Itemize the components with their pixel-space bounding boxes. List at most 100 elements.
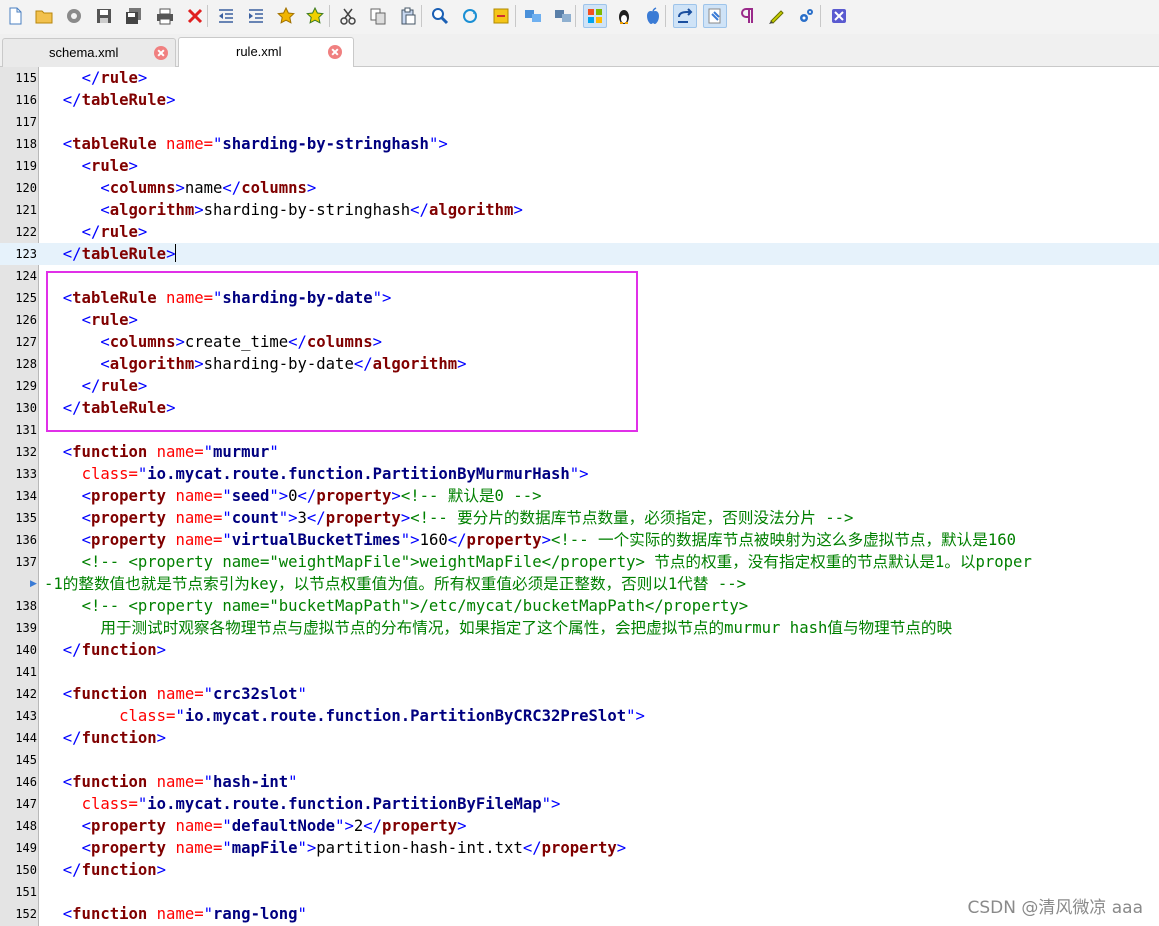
- code-line[interactable]: 139 用于测试时观察各物理节点与虚拟节点的分布情况，如果指定了这个属性，会把虚…: [0, 617, 1159, 639]
- code-line[interactable]: 145: [0, 749, 1159, 771]
- bookmark-star-button[interactable]: [274, 4, 298, 28]
- code-line[interactable]: 120 <columns>name</columns>: [0, 177, 1159, 199]
- code-line[interactable]: 137 <!-- <property name="weightMapFile">…: [0, 551, 1159, 573]
- code-token-tag: </: [522, 839, 542, 857]
- print-button[interactable]: [153, 4, 177, 28]
- pilcrow-button[interactable]: [735, 4, 759, 28]
- code-line[interactable]: 116 </tableRule>: [0, 89, 1159, 111]
- show-whitespace-button[interactable]: [703, 4, 727, 28]
- code-line[interactable]: 142 <function name="crc32slot": [0, 683, 1159, 705]
- search-icon: [432, 8, 449, 25]
- line-number: 144: [15, 731, 37, 745]
- linux-eol-button[interactable]: [612, 4, 636, 28]
- code-line[interactable]: 117: [0, 111, 1159, 133]
- sync-button[interactable]: [551, 4, 575, 28]
- tab-schema-xml[interactable]: schema.xml: [2, 38, 176, 67]
- save-button[interactable]: [92, 4, 116, 28]
- copy-button[interactable]: [366, 4, 390, 28]
- code-token-tag: >: [194, 355, 204, 373]
- code-line[interactable]: 132 <function name="murmur": [0, 441, 1159, 463]
- bookmark-next-button[interactable]: [303, 4, 327, 28]
- code-token-val: io.mycat.route.function.PartitionByCRC32…: [184, 707, 627, 725]
- code-token-tag: <: [62, 773, 73, 791]
- code-token-comment: <!-- <property name="bucketMapPath">/etc…: [81, 597, 749, 615]
- code-line[interactable]: 115 </rule>: [0, 67, 1159, 89]
- code-line[interactable]: 127 <columns>create_time</columns>: [0, 331, 1159, 353]
- code-text: </function>: [44, 639, 166, 661]
- toolbar-separator: [329, 5, 330, 27]
- line-number: 126: [15, 313, 37, 327]
- code-line[interactable]: 146 <function name="hash-int": [0, 771, 1159, 793]
- code-line[interactable]: 129 </rule>: [0, 375, 1159, 397]
- word-wrap-button[interactable]: [673, 4, 697, 28]
- tab-rule-xml[interactable]: rule.xml: [178, 37, 354, 67]
- search-button[interactable]: [428, 4, 452, 28]
- cut-button[interactable]: [336, 4, 360, 28]
- code-editor[interactable]: 115 </rule> 116 </tableRule> 117 118 <table…: [0, 67, 1159, 926]
- line-number: 136: [15, 533, 37, 547]
- code-line[interactable]: 126 <rule>: [0, 309, 1159, 331]
- open-folder-button[interactable]: [32, 4, 56, 28]
- paste-button[interactable]: [396, 4, 420, 28]
- linux-eol-icon: [619, 10, 629, 24]
- code-line[interactable]: 122 </rule>: [0, 221, 1159, 243]
- code-line[interactable]: 138 <!-- <property name="bucketMapPath">…: [0, 595, 1159, 617]
- compare-button[interactable]: [521, 4, 545, 28]
- code-line[interactable]: 130 </tableRule>: [0, 397, 1159, 419]
- code-line[interactable]: 124: [0, 265, 1159, 287]
- code-line[interactable]: 128 <algorithm>sharding-by-date</algorit…: [0, 353, 1159, 375]
- code-line[interactable]: 125 <tableRule name="sharding-by-date">: [0, 287, 1159, 309]
- close-button[interactable]: [183, 4, 207, 28]
- settings-button[interactable]: [794, 4, 818, 28]
- exit-button[interactable]: [827, 4, 851, 28]
- code-line[interactable]: 148 <property name="defaultNode">2</prop…: [0, 815, 1159, 837]
- code-line[interactable]: 119 <rule>: [0, 155, 1159, 177]
- code-line[interactable]: 118 <tableRule name="sharding-by-stringh…: [0, 133, 1159, 155]
- code-token-tag: >: [156, 861, 167, 879]
- note-button[interactable]: [489, 4, 513, 28]
- code-line[interactable]: 147 class="io.mycat.route.function.Parti…: [0, 793, 1159, 815]
- code-token-val: crc32slot: [213, 685, 298, 703]
- code-token-tag: <: [100, 355, 110, 373]
- close-tab-icon[interactable]: [328, 45, 342, 59]
- code-token-tag: ": [222, 487, 232, 505]
- code-token-tagn: property: [541, 839, 617, 857]
- code-line[interactable]: 134 <property name="seed">0</property><!…: [0, 485, 1159, 507]
- code-line[interactable]: 131: [0, 419, 1159, 441]
- code-token-val: mapFile: [231, 839, 298, 857]
- indent-button[interactable]: [244, 4, 268, 28]
- code-line[interactable]: ▶ -1的整数值也就是节点索引为key，以节点权重值为值。所有权重值必须是正整数，…: [0, 573, 1159, 595]
- close-tab-icon[interactable]: [154, 46, 168, 60]
- code-line[interactable]: 123 </tableRule>: [0, 243, 1159, 265]
- code-line[interactable]: 133 class="io.mycat.route.function.Parti…: [0, 463, 1159, 485]
- unindent-button[interactable]: [214, 4, 238, 28]
- windows-eol-button[interactable]: [583, 4, 607, 28]
- code-token-val: io.mycat.route.function.PartitionByFileM…: [147, 795, 542, 813]
- highlight-pen-button[interactable]: [764, 4, 788, 28]
- code-line[interactable]: 136 <property name="virtualBucketTimes">…: [0, 529, 1159, 551]
- code-token-tagn: rule: [100, 377, 138, 395]
- code-line[interactable]: 143 class="io.mycat.route.function.Parti…: [0, 705, 1159, 727]
- code-line[interactable]: 149 <property name="mapFile">partition-h…: [0, 837, 1159, 859]
- code-line[interactable]: 140 </function>: [0, 639, 1159, 661]
- code-token-tag: >: [513, 201, 523, 219]
- replace-button[interactable]: [458, 4, 482, 28]
- code-line[interactable]: 141: [0, 661, 1159, 683]
- code-line[interactable]: 135 <property name="count">3</property><…: [0, 507, 1159, 529]
- line-number: 145: [15, 753, 37, 767]
- code-line[interactable]: 150 </function>: [0, 859, 1159, 881]
- save-all-button[interactable]: [122, 4, 146, 28]
- code-token-tag: <: [62, 135, 73, 153]
- reload-button[interactable]: [62, 4, 86, 28]
- code-token-tag: </: [62, 861, 82, 879]
- new-file-button[interactable]: [3, 4, 27, 28]
- code-text: <property name="virtualBucketTimes">160<…: [44, 529, 1016, 551]
- code-line[interactable]: 144 </function>: [0, 727, 1159, 749]
- code-line[interactable]: 121 <algorithm>sharding-by-stringhash</a…: [0, 199, 1159, 221]
- mac-eol-button[interactable]: [641, 4, 665, 28]
